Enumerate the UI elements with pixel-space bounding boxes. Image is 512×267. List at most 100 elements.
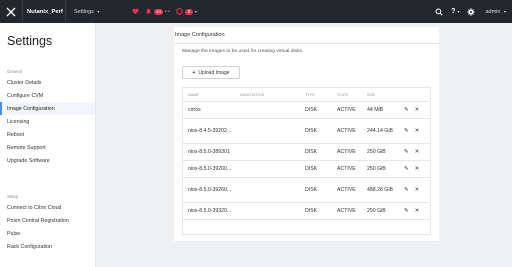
sidebar-item-upgrade-software[interactable]: Upgrade Software: [0, 154, 95, 167]
image-name: nios-8.5.0-39320...: [188, 208, 232, 214]
image-state: ACTIVE: [337, 128, 356, 134]
nutanix-logo-icon[interactable]: [0, 0, 22, 23]
chevron-down-icon: ▾: [457, 9, 460, 14]
table-row[interactable]: nios-8.4.5-39202... DISK ACTIVE 244.14 G…: [183, 119, 430, 144]
image-type: DISK: [305, 107, 318, 113]
bell-icon: [146, 8, 151, 15]
image-name: nios-8.5.0-39260...: [188, 166, 232, 172]
image-size: 488.28 GiB: [367, 187, 393, 193]
upload-image-label: Upload Image: [198, 69, 230, 76]
column-header-annotation[interactable]: ANNOTATION: [240, 93, 305, 97]
help-menu[interactable]: ? ▾: [451, 8, 459, 15]
image-size: 250 GiB: [367, 166, 386, 172]
image-size: 250 GiB: [367, 149, 386, 155]
image-state: ACTIVE: [337, 107, 356, 113]
sidebar-item-pulse[interactable]: Pulse: [0, 227, 95, 240]
image-size: 250 GiB: [367, 208, 386, 214]
events-count-badge: 2: [184, 8, 193, 15]
pencil-icon[interactable]: ✎: [404, 107, 409, 113]
alerts-count-badge: 14: [154, 8, 164, 15]
pencil-icon[interactable]: ✎: [404, 208, 409, 214]
general-section-label: General: [7, 69, 22, 74]
gear-icon[interactable]: [467, 7, 476, 16]
image-name: cirros: [188, 107, 201, 113]
heart-icon: [132, 8, 139, 15]
sidebar-item-remote-support[interactable]: Remote Support: [0, 141, 95, 154]
close-icon[interactable]: ✕: [415, 187, 420, 193]
more-icon: • •: [165, 8, 170, 15]
divider: [22, 0, 23, 23]
page-selector-label: Settings: [74, 8, 94, 15]
image-type: DISK: [305, 128, 318, 134]
chevron-down-icon: ▾: [97, 8, 100, 14]
pencil-icon[interactable]: ✎: [404, 166, 409, 172]
pencil-icon[interactable]: ✎: [404, 187, 409, 193]
upload-image-button[interactable]: + Upload Image: [182, 66, 240, 79]
sidebar-item-image-configuration[interactable]: Image Configuration: [0, 102, 95, 115]
table-row[interactable]: nios-8.5.0-39320... DISK ACTIVE 250 GiB …: [183, 203, 430, 220]
setup-section-label: Setup: [7, 194, 18, 199]
close-icon[interactable]: ✕: [415, 166, 420, 172]
sidebar-item-rack-configuration[interactable]: Rack Configuration: [0, 240, 95, 253]
events-indicator[interactable]: 2 ▾: [176, 8, 197, 15]
close-icon[interactable]: ✕: [415, 107, 420, 113]
table-header: NAME ANNOTATION TYPE STATE SIZE: [183, 88, 430, 102]
sidebar-item-prism-central-registration[interactable]: Prism Central Registration: [0, 214, 95, 227]
close-icon[interactable]: ✕: [415, 128, 420, 134]
image-name: nios-8.5.0-389301: [188, 149, 230, 155]
chevron-down-icon: ▾: [194, 9, 197, 14]
help-icon: ?: [451, 8, 456, 15]
image-state: ACTIVE: [337, 166, 356, 172]
panel-title: Image Configuration: [175, 32, 225, 38]
column-header-size[interactable]: SIZE: [367, 91, 404, 99]
image-type: DISK: [305, 208, 318, 214]
column-header-state[interactable]: STATE: [337, 93, 367, 97]
pencil-icon[interactable]: ✎: [404, 128, 409, 134]
page-selector[interactable]: Settings ▾: [74, 9, 118, 15]
sidebar-item-configure-cvm[interactable]: Configure CVM: [0, 89, 95, 102]
table-row[interactable]: nios-8.5.0-39260... DISK ACTIVE 250 GiB …: [183, 161, 430, 178]
cluster-name[interactable]: Nutanix_Perf: [27, 9, 65, 15]
chevron-down-icon: ▾: [503, 8, 506, 14]
sidebar-item-licensing[interactable]: Licensing: [0, 115, 95, 128]
alerts-indicator[interactable]: 14 • •: [145, 8, 170, 15]
search-icon[interactable]: [435, 7, 443, 16]
row-actions: ✎ ✕: [404, 208, 425, 214]
image-type: DISK: [305, 149, 318, 155]
row-actions: ✎ ✕: [404, 166, 425, 172]
sidebar-item-connect-to-citrix-cloud[interactable]: Connect to Citrix Cloud: [0, 201, 95, 214]
column-header-type[interactable]: TYPE: [305, 93, 337, 97]
page-title: Settings: [7, 34, 53, 48]
divider: [174, 43, 439, 44]
plus-icon: +: [192, 69, 196, 76]
user-menu[interactable]: admin ▾: [485, 9, 506, 15]
pencil-icon[interactable]: ✎: [404, 149, 409, 155]
image-type: DISK: [305, 187, 318, 193]
circle-icon: [176, 8, 183, 15]
image-configuration-panel: Image Configuration Manage the images to…: [174, 27, 439, 241]
image-name: nios-8.5.0-39260...: [188, 187, 232, 193]
table-row[interactable]: nios-8.5.0-389301 DISK ACTIVE 250 GiB ✎ ✕: [183, 144, 430, 161]
image-type: DISK: [305, 166, 318, 172]
table-row[interactable]: cirros DISK ACTIVE 44 MiB ✎ ✕: [183, 102, 430, 119]
top-navigation-bar: Nutanix_Perf Settings ▾ 14 • • 2 ▾ ? ▾ a…: [0, 0, 512, 23]
divider: [65, 0, 66, 23]
images-table: NAME ANNOTATION TYPE STATE SIZE cirros D…: [182, 87, 431, 235]
image-name: nios-8.4.5-39202...: [188, 128, 232, 134]
image-state: ACTIVE: [337, 208, 356, 214]
sidebar-item-reboot[interactable]: Reboot: [0, 128, 95, 141]
close-icon[interactable]: ✕: [415, 149, 420, 155]
settings-sidebar: Settings General Cluster Details Configu…: [0, 23, 96, 267]
health-indicator[interactable]: [132, 8, 139, 15]
panel-description: Manage the images to be used for creatin…: [182, 49, 304, 54]
status-indicators: 14 • • 2 ▾: [132, 8, 203, 15]
sidebar-item-cluster-details[interactable]: Cluster Details: [0, 76, 95, 89]
image-state: ACTIVE: [337, 187, 356, 193]
row-actions: ✎ ✕: [404, 149, 425, 155]
user-name: admin: [485, 8, 501, 15]
column-header-name[interactable]: NAME: [183, 93, 240, 97]
topbar-actions: ? ▾ admin ▾: [427, 7, 506, 16]
close-icon[interactable]: ✕: [415, 208, 420, 214]
row-actions: ✎ ✕: [404, 107, 425, 113]
table-row[interactable]: nios-8.5.0-39260... DISK ACTIVE 488.28 G…: [183, 178, 430, 203]
